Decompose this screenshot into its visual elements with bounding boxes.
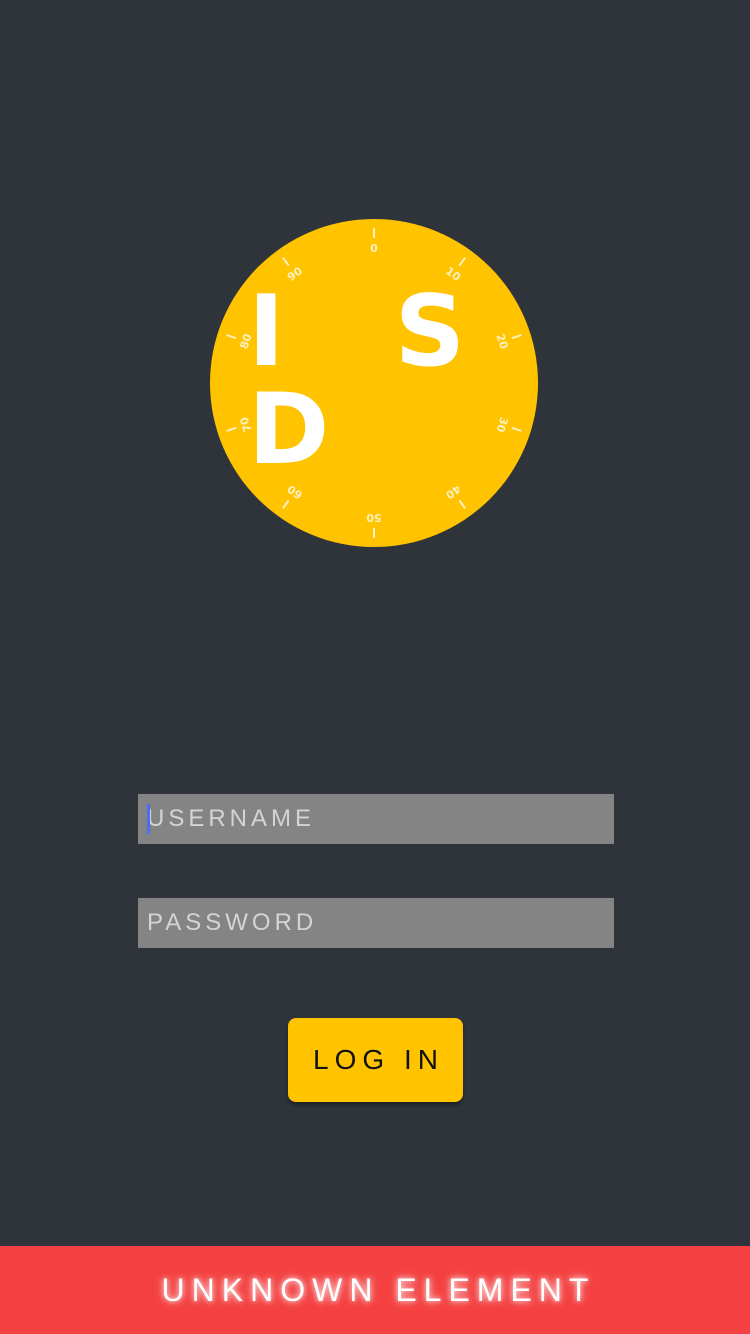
dial-tick — [282, 499, 290, 509]
error-banner: UNKNOWN ELEMENT — [0, 1246, 750, 1334]
dial-tick — [373, 528, 375, 538]
dial-tick — [373, 228, 375, 238]
dial-tick — [458, 499, 466, 509]
dial-number: 40 — [443, 482, 464, 502]
text-caret — [147, 804, 150, 834]
dial-number: 0 — [370, 242, 378, 255]
dial-tick — [282, 257, 290, 267]
dial-number: 50 — [366, 511, 382, 524]
password-input[interactable] — [138, 898, 614, 948]
login-button[interactable]: LOG IN — [288, 1018, 463, 1102]
error-banner-text: UNKNOWN ELEMENT — [161, 1271, 596, 1308]
dial-tick — [458, 257, 466, 267]
logo-text: I S D — [248, 275, 504, 487]
username-input[interactable] — [138, 794, 614, 844]
logo-circle: 0 10 20 30 40 50 60 70 80 90 I S D — [210, 219, 538, 547]
